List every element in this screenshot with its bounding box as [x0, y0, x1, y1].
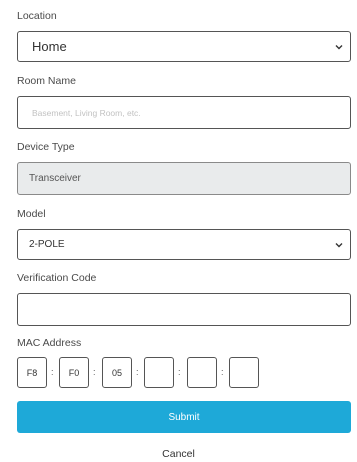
chevron-down-icon — [335, 242, 343, 247]
mac-separator: : — [93, 367, 96, 377]
location-select[interactable]: Home — [17, 31, 351, 62]
mac-octet-5-input[interactable] — [187, 357, 217, 388]
mac-separator: : — [136, 367, 139, 377]
submit-button[interactable]: Submit — [17, 401, 351, 433]
mac-octet-4-input[interactable] — [144, 357, 174, 388]
cancel-link[interactable]: Cancel — [0, 448, 357, 461]
chevron-down-icon — [335, 44, 343, 49]
mac-octet-2-input[interactable]: F0 — [59, 357, 89, 388]
model-label: Model — [17, 208, 46, 220]
verification-code-label: Verification Code — [17, 272, 97, 284]
model-select[interactable]: 2-POLE — [17, 229, 351, 260]
mac-octet-6-input[interactable] — [229, 357, 259, 388]
room-name-placeholder: Basement, Living Room, etc. — [32, 107, 141, 118]
device-type-field: Transceiver — [17, 162, 351, 195]
mac-separator: : — [221, 367, 224, 377]
device-type-value: Transceiver — [29, 173, 81, 184]
mac-octet-1-input[interactable]: F8 — [17, 357, 47, 388]
room-name-label: Room Name — [17, 75, 76, 87]
location-selected-value: Home — [32, 39, 67, 54]
location-label: Location — [17, 10, 57, 22]
mac-separator: : — [178, 367, 181, 377]
model-selected-value: 2-POLE — [29, 239, 65, 250]
device-type-label: Device Type — [17, 141, 75, 153]
room-name-input[interactable]: Basement, Living Room, etc. — [17, 96, 351, 129]
mac-address-label: MAC Address — [17, 337, 82, 349]
mac-separator: : — [51, 367, 54, 377]
verification-code-input[interactable] — [17, 293, 351, 326]
mac-octet-3-input[interactable]: 05 — [102, 357, 132, 388]
